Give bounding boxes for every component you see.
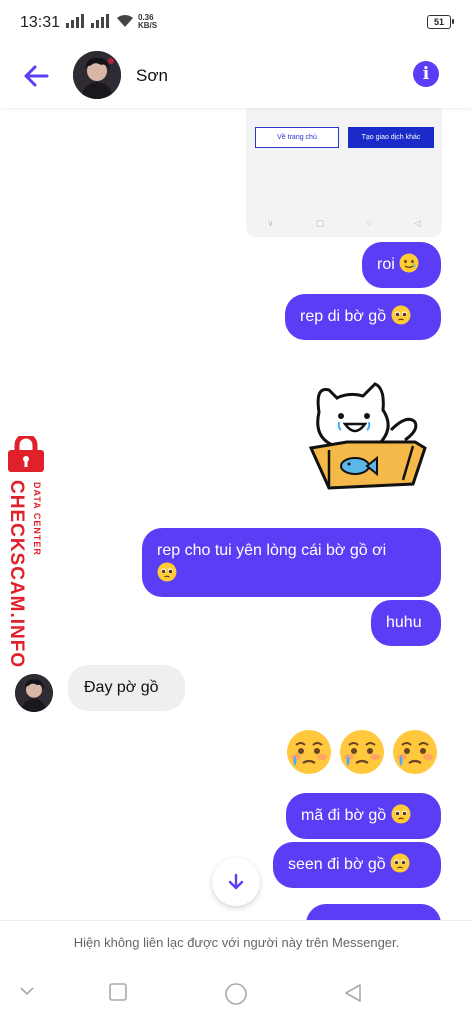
battery-level: 51 bbox=[433, 17, 444, 27]
lock-icon bbox=[8, 436, 44, 472]
wifi-icon bbox=[117, 14, 133, 27]
arrow-down-icon bbox=[228, 873, 244, 890]
unavailable-notice: Hiện không liên lạc được với người này t… bbox=[0, 920, 473, 964]
network-speed: 0.36 KB/S bbox=[138, 14, 157, 30]
message-text: rep di bờ gồ bbox=[300, 308, 387, 325]
message-bubble-outgoing[interactable]: roi bbox=[362, 242, 441, 288]
pleading-face-emoji-icon bbox=[391, 804, 411, 824]
network-speed-unit: KB/S bbox=[138, 21, 158, 30]
message-text: huhu bbox=[386, 614, 422, 631]
chevron-down-icon[interactable] bbox=[18, 982, 36, 1000]
message-bubble-outgoing[interactable]: mã đi bờ gồ bbox=[286, 793, 441, 839]
info-glyph: i bbox=[422, 64, 430, 84]
cat-in-box-sticker[interactable] bbox=[305, 378, 433, 492]
info-icon[interactable]: i bbox=[413, 61, 439, 87]
message-text: roi bbox=[377, 256, 395, 273]
pleading-face-emoji-icon[interactable] bbox=[285, 728, 333, 776]
signal-icon bbox=[66, 14, 84, 28]
watermark-sub-text: DATA CENTER bbox=[32, 482, 42, 556]
message-text: rep cho tui yên lòng cái bờ gồ ơi bbox=[157, 542, 387, 559]
status-bar: 13:31 0.36 KB/S 51 bbox=[0, 0, 473, 44]
shared-image-card[interactable]: Về trang chủ Tạo giao dịch khác ∨ ▢ ○ ◁ bbox=[246, 100, 442, 237]
message-bubble-outgoing[interactable]: seen đi bờ gồ bbox=[273, 842, 441, 888]
checkscam-watermark: CHECKSCAM.INFO DATA CENTER bbox=[3, 436, 49, 669]
teary-smile-emoji-icon bbox=[399, 253, 419, 273]
recent-apps-square-icon[interactable] bbox=[108, 982, 128, 1002]
message-text: mã đi bờ gồ bbox=[301, 807, 387, 824]
avatar[interactable] bbox=[73, 51, 121, 99]
triangle-back-icon: ◁ bbox=[413, 218, 421, 228]
message-bubble-outgoing[interactable]: rep di bờ gồ bbox=[285, 294, 441, 340]
card-new-transaction-button: Tạo giao dịch khác bbox=[348, 127, 434, 148]
pleading-face-emoji-icon[interactable] bbox=[338, 728, 386, 776]
back-arrow-icon[interactable] bbox=[22, 62, 50, 90]
pleading-face-emoji-icon bbox=[157, 562, 177, 582]
contact-name[interactable]: Sơn bbox=[136, 66, 168, 86]
message-bubble-outgoing[interactable]: huhu bbox=[371, 600, 441, 646]
chat-header: Sơn i bbox=[0, 44, 473, 108]
system-nav-bar bbox=[0, 964, 473, 1024]
avatar[interactable] bbox=[15, 674, 53, 712]
scroll-to-bottom-button[interactable] bbox=[212, 858, 260, 906]
battery-icon: 51 bbox=[427, 15, 454, 29]
message-bubble-incoming[interactable]: Đay pờ gồ bbox=[68, 665, 185, 711]
card-nav-bar: ∨ ▢ ○ ◁ bbox=[246, 218, 442, 229]
message-bubble-outgoing[interactable]: rep cho tui yên lòng cái bờ gồ ơi bbox=[142, 528, 441, 597]
watermark-main-text: CHECKSCAM.INFO bbox=[6, 480, 27, 669]
pleading-face-emoji-icon bbox=[390, 853, 410, 873]
pleading-face-emoji-icon bbox=[391, 305, 411, 325]
status-time: 13:31 bbox=[20, 14, 61, 31]
message-text: seen đi bờ gồ bbox=[288, 856, 386, 873]
circle-icon: ○ bbox=[366, 218, 372, 228]
messenger-chat-screen: 13:31 0.36 KB/S 51 Sơn i Về trang chủ Tạ… bbox=[0, 0, 473, 1024]
back-triangle-icon[interactable] bbox=[342, 982, 364, 1004]
signal-icon bbox=[91, 14, 109, 28]
message-text: Đay pờ gồ bbox=[84, 679, 159, 696]
home-circle-icon[interactable] bbox=[224, 982, 248, 1006]
square-icon: ▢ bbox=[315, 218, 325, 228]
card-home-button: Về trang chủ bbox=[255, 127, 339, 148]
chevron-down-icon: ∨ bbox=[267, 218, 274, 228]
pleading-face-emoji-icon[interactable] bbox=[391, 728, 439, 776]
